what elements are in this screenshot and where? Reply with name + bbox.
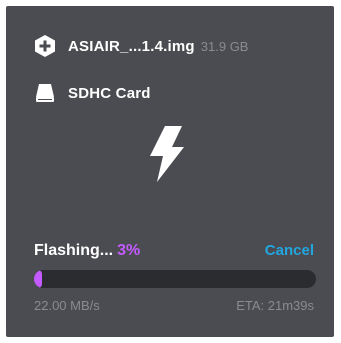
flash-eta: ETA: 21m39s — [236, 298, 314, 313]
progress-status: Flashing... — [34, 242, 114, 259]
progress-percent: 3% — [117, 242, 141, 259]
plus-circle-icon — [34, 34, 56, 58]
image-size: 31.9 GB — [200, 38, 249, 54]
flash-speed: 22.00 MB/s — [34, 298, 100, 313]
image-row: ASIAIR_...1.4.img 31.9 GB — [34, 34, 248, 58]
progress-bar — [34, 270, 316, 288]
progress-bar-fill — [34, 270, 43, 288]
drive-row: SDHC Card — [34, 82, 151, 104]
drive-icon — [34, 82, 56, 104]
progress-title: Flashing... 3% — [34, 242, 140, 260]
drive-name: SDHC Card — [68, 84, 151, 102]
lightning-bolt-icon — [149, 126, 185, 182]
cancel-button[interactable]: Cancel — [265, 242, 314, 259]
image-name: ASIAIR_...1.4.img — [68, 37, 195, 55]
flash-progress-panel: ASIAIR_...1.4.img 31.9 GB SDHC Card Flas… — [6, 6, 334, 337]
